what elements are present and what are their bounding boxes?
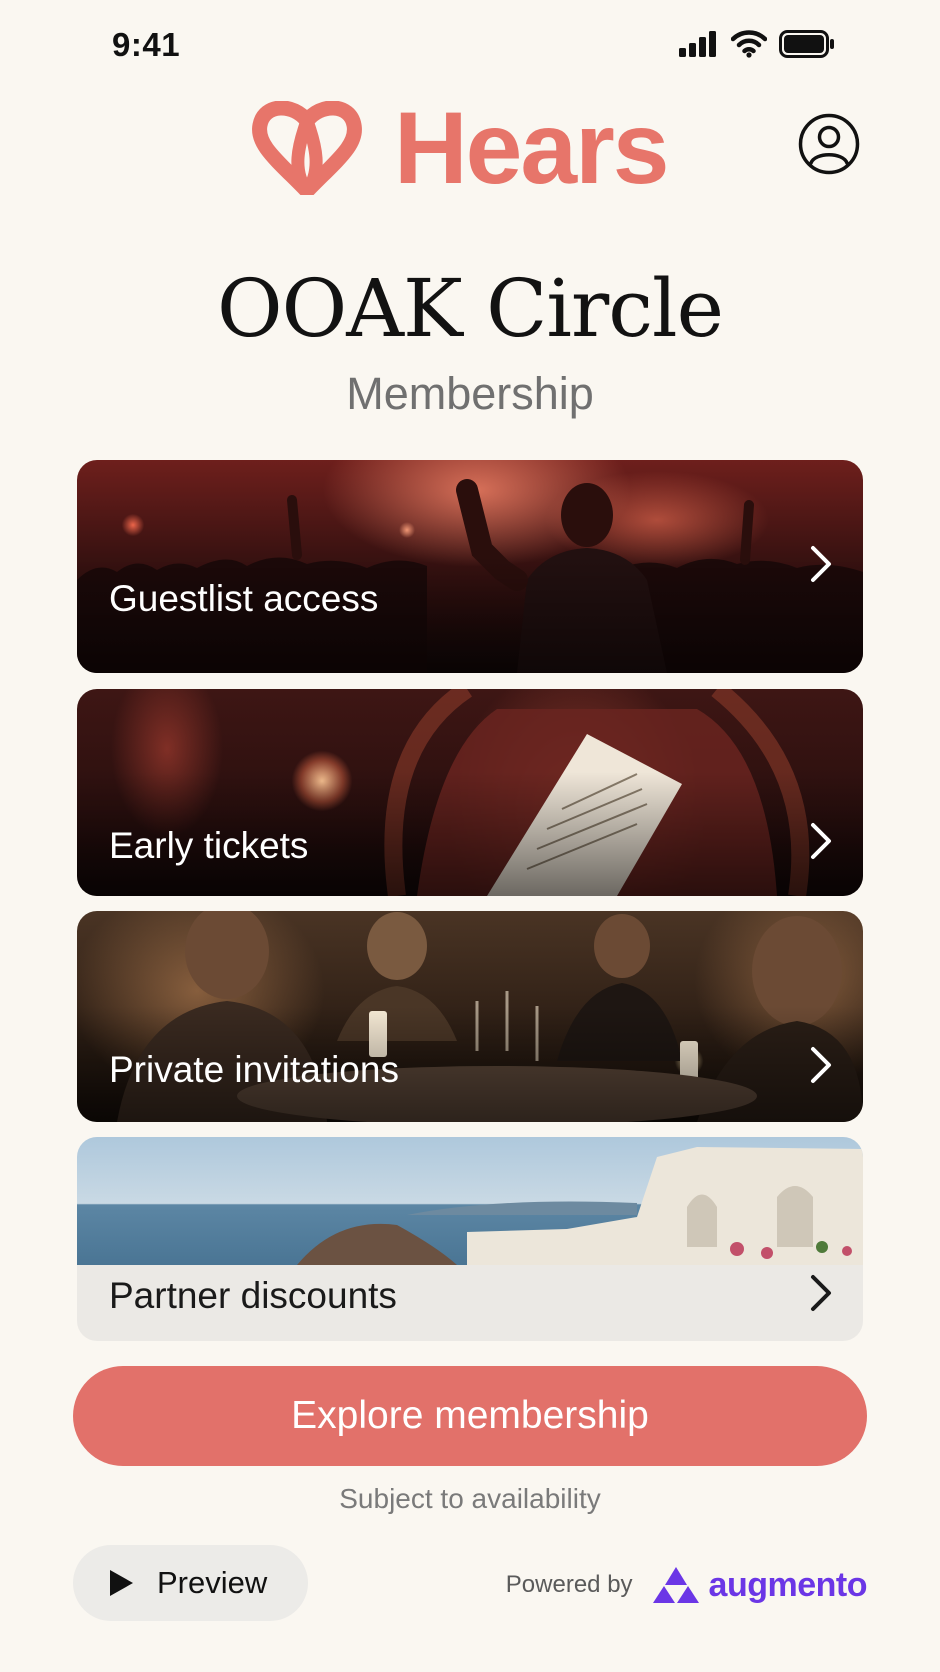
benefit-card-guestlist[interactable]: Guestlist access	[77, 460, 863, 673]
status-bar: 9:41	[0, 0, 940, 95]
availability-note: Subject to availability	[339, 1483, 601, 1514]
powered-by: Powered by augmento	[505, 1560, 868, 1610]
powered-by-text: Powered by	[505, 1571, 633, 1598]
page-title: OOAK Circle	[217, 262, 724, 355]
benefit-label: Partner discounts	[109, 1275, 397, 1316]
status-icons	[679, 30, 835, 58]
coastal-villa-image	[77, 1137, 863, 1265]
augmento-logo: augmento	[651, 1565, 868, 1605]
benefit-label: Guestlist access	[109, 578, 379, 619]
benefit-label: Early tickets	[109, 825, 309, 866]
status-time: 9:41	[112, 26, 181, 63]
signal-icon	[679, 31, 716, 57]
chevron-right-icon	[811, 1275, 831, 1311]
preview-button[interactable]: Preview	[73, 1545, 308, 1621]
benefit-card-partner-discounts[interactable]: Partner discounts	[77, 1137, 863, 1341]
brand-name: Hears	[394, 91, 670, 205]
benefit-card-early-tickets[interactable]: Early tickets	[77, 689, 863, 896]
profile-icon	[798, 113, 860, 175]
profile-button[interactable]	[798, 113, 860, 175]
hears-logo-icon	[252, 101, 362, 195]
benefit-card-private-invitations[interactable]: Private invitations	[77, 911, 863, 1122]
explore-membership-button[interactable]: Explore membership	[73, 1366, 867, 1466]
benefit-label: Private invitations	[109, 1049, 399, 1090]
augmento-logo-icon	[652, 1567, 699, 1603]
wifi-icon	[731, 30, 767, 58]
brand-header: Hears	[248, 91, 670, 205]
play-icon	[110, 1570, 133, 1596]
augmento-name: augmento	[708, 1565, 868, 1604]
battery-icon	[779, 30, 834, 58]
chevron-right-icon	[811, 823, 831, 859]
page-subtitle: Membership	[346, 368, 594, 419]
chevron-right-icon	[811, 1047, 831, 1083]
chevron-right-icon	[811, 546, 831, 582]
preview-label: Preview	[157, 1565, 268, 1600]
